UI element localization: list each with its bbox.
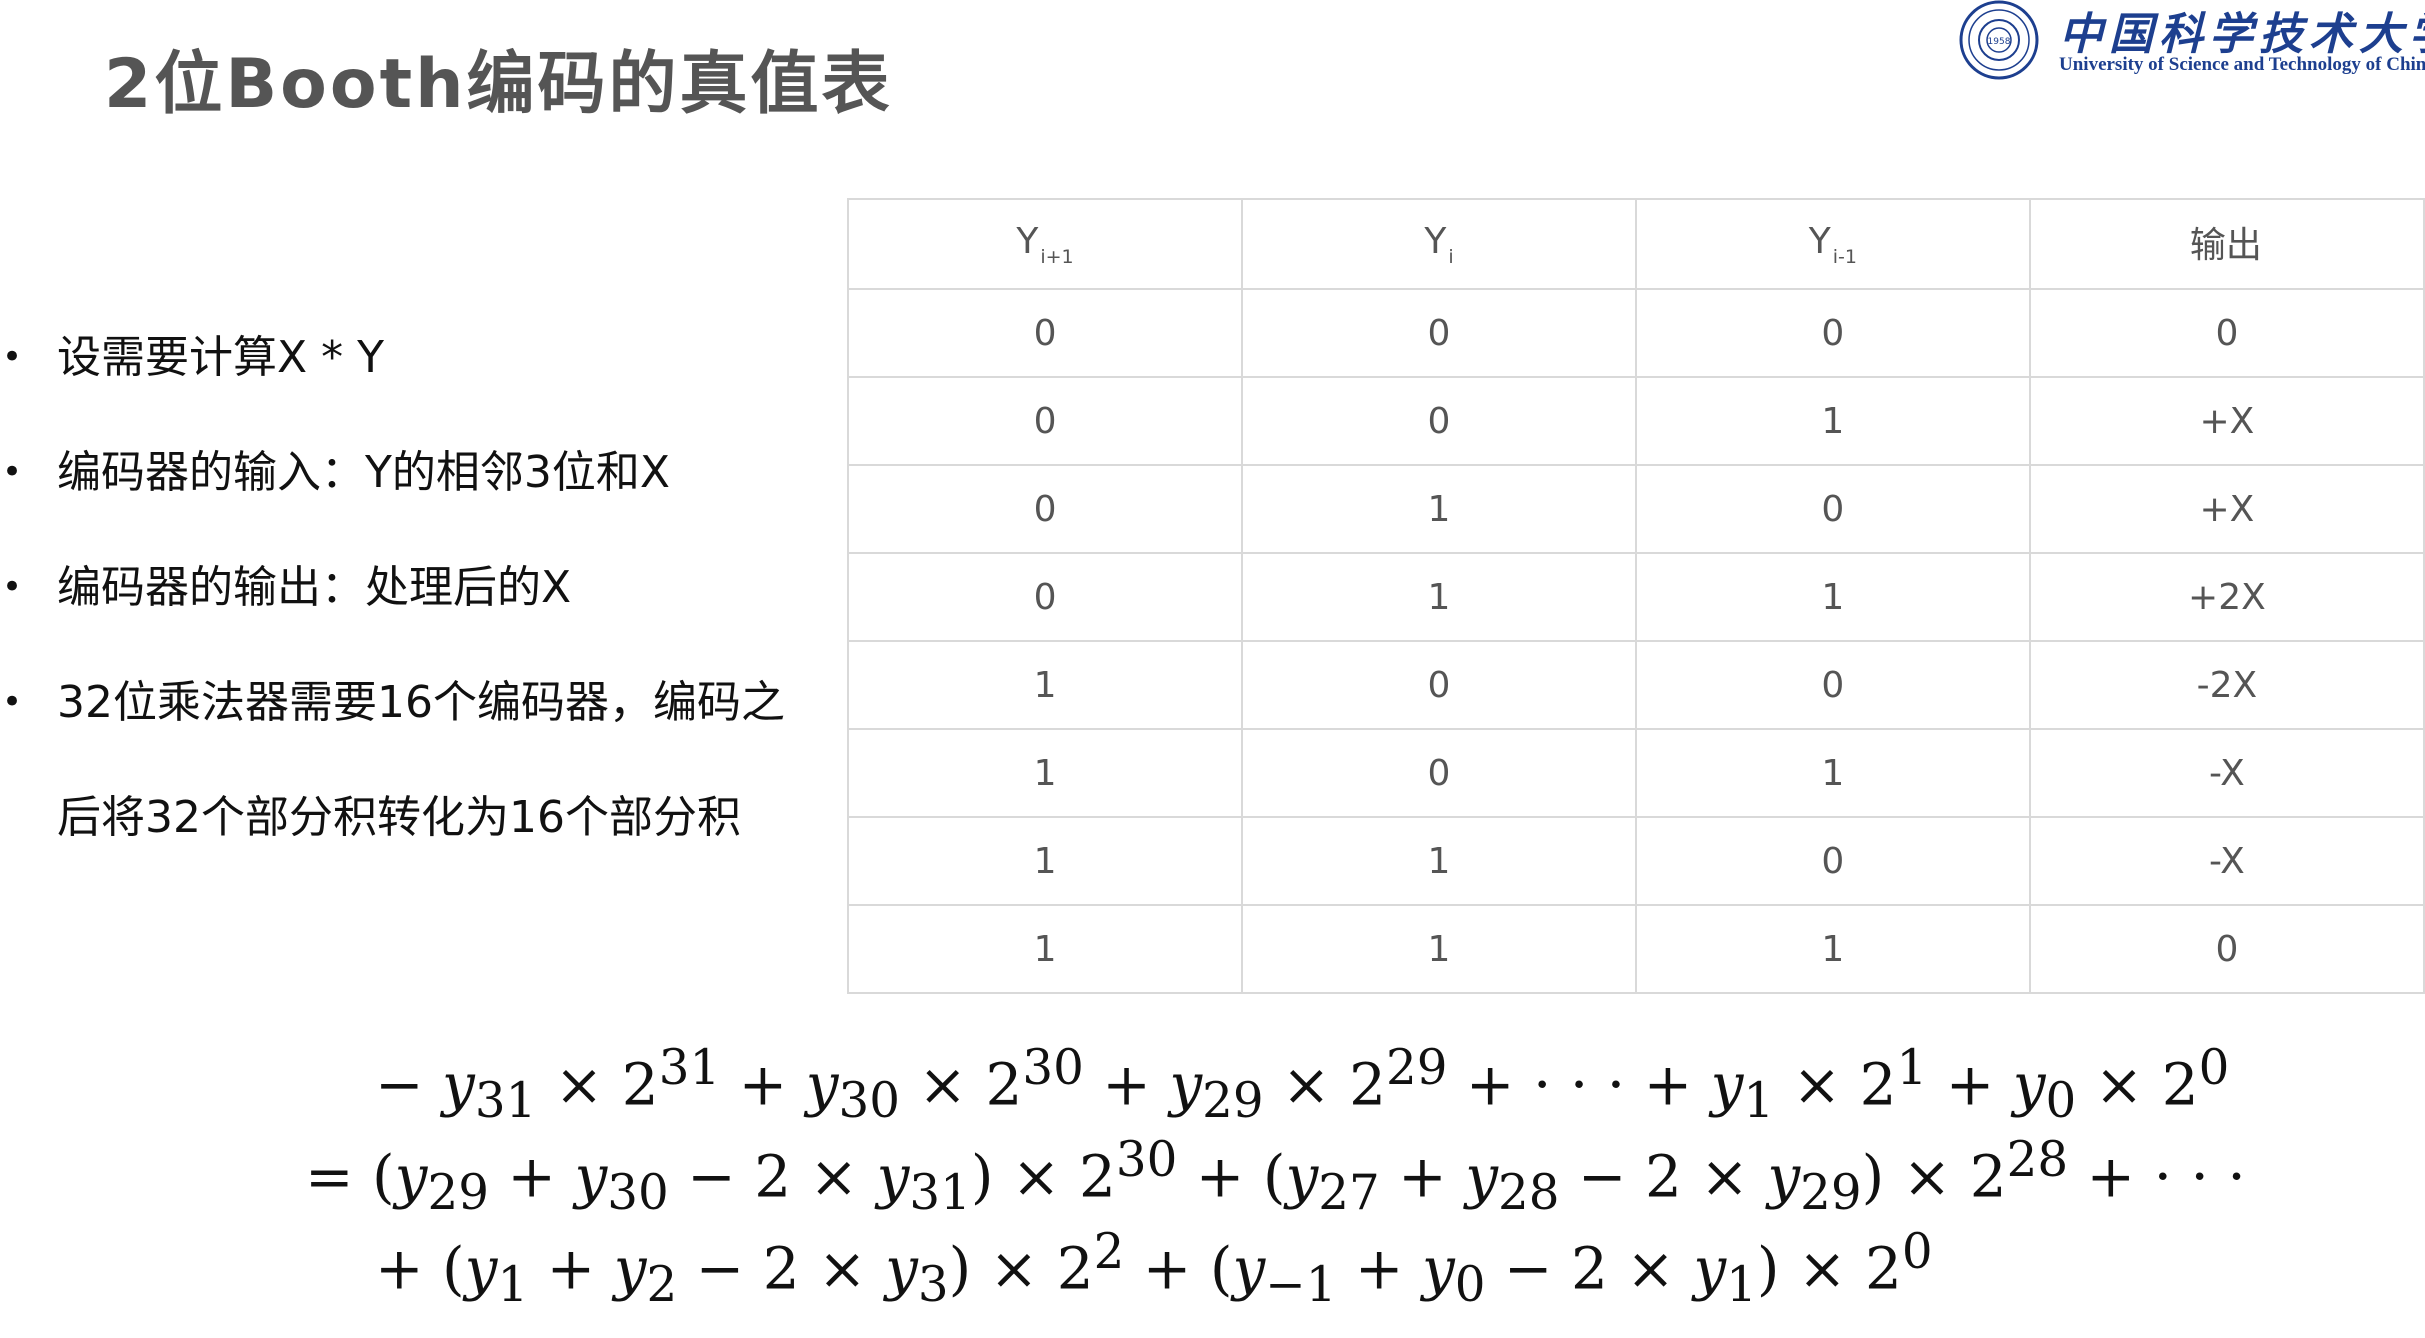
booth-truth-table: Yi+1 Yi Yi-1 输出 0 0 0 0 0 0 1 +X 0 1 0 +… <box>846 198 2425 994</box>
table-cell: +X <box>2028 376 2425 466</box>
header-yi-minus-1: Yi-1 <box>1634 198 2031 290</box>
bullet-text: 32位乘法器需要16个编码器，编码之 <box>57 677 785 728</box>
university-seal-icon: 1958 <box>1959 0 2039 80</box>
table-cell: 1 <box>1634 552 2031 642</box>
table-row: 1 0 0 -2X <box>846 640 2425 730</box>
header-output: 输出 <box>2028 198 2425 290</box>
table-cell: 1 <box>846 728 1244 818</box>
slide-title: 2位Booth编码的真值表 <box>104 45 893 124</box>
bullet-list: • 设需要计算X * Y • 编码器的输入：Y的相邻3位和X • 编码器的输出：处理后… <box>0 300 830 875</box>
bullet-text: 编码器的输出：处理后的X <box>57 562 572 613</box>
bullet-text: 后将32个部分积转化为16个部分积 <box>57 792 741 843</box>
table-cell: 1 <box>1241 816 1637 906</box>
table-cell: -X <box>2028 728 2425 818</box>
university-name-en: University of Science and Technology of … <box>2059 54 2425 75</box>
table-header-row: Yi+1 Yi Yi-1 输出 <box>846 198 2425 290</box>
table-cell: 0 <box>846 552 1244 642</box>
table-row: 1 0 1 -X <box>846 728 2425 818</box>
formula-line-2: = (y29 + y30 − 2 × y31) × 230 + (y27 + y… <box>305 1132 2246 1221</box>
university-name-cn: 中国科学技术大学 <box>2059 9 2425 60</box>
formula-line-3: + (y1 + y2 − 2 × y3) × 22 + (y−1 + y0 − … <box>375 1224 1933 1313</box>
formula-line-1: − y31 × 231 + y30 × 230 + y29 × 229 + · … <box>375 1040 2230 1129</box>
bullet-dot: • <box>2 452 23 492</box>
table-row: 0 1 1 +2X <box>846 552 2425 642</box>
table-cell: 0 <box>1634 640 2031 730</box>
table-cell: 1 <box>846 904 1244 994</box>
table-cell: 1 <box>1634 728 2031 818</box>
table-cell: 0 <box>1241 376 1637 466</box>
header-yi-plus-1: Yi+1 <box>846 198 1244 290</box>
table-cell: 1 <box>846 816 1244 906</box>
bullet-text: 设需要计算X * Y <box>57 332 384 383</box>
table-cell: -X <box>2028 816 2425 906</box>
bullet-dot: • <box>2 682 23 722</box>
table-cell: 0 <box>1241 640 1637 730</box>
table-row: 0 1 0 +X <box>846 464 2425 554</box>
bullet-item: • 设需要计算X * Y <box>0 300 830 415</box>
bullet-item: • 32位乘法器需要16个编码器，编码之 <box>0 645 830 760</box>
table-cell: 0 <box>1634 288 2031 378</box>
table-cell: 1 <box>1634 904 2031 994</box>
table-cell: 0 <box>846 464 1244 554</box>
table-cell: 0 <box>2028 288 2425 378</box>
bullet-text: 编码器的输入：Y的相邻3位和X <box>57 447 671 498</box>
bullet-item-continuation: 后将32个部分积转化为16个部分积 <box>0 760 830 875</box>
bullet-dot: • <box>2 567 23 607</box>
table-cell: 0 <box>846 288 1244 378</box>
table-cell: 1 <box>846 640 1244 730</box>
table-cell: +2X <box>2028 552 2425 642</box>
table-row: 1 1 1 0 <box>846 904 2425 994</box>
table-cell: 0 <box>1634 816 2031 906</box>
header-yi: Yi <box>1241 198 1637 290</box>
table-row: 1 1 0 -X <box>846 816 2425 906</box>
university-logo: 1958 中国科学技术大学 University of Science and … <box>1955 0 2425 84</box>
booth-formula: − y31 × 231 + y30 × 230 + y29 × 229 + · … <box>305 1040 2246 1316</box>
table-cell: 1 <box>1241 552 1637 642</box>
table-row: 0 0 1 +X <box>846 376 2425 466</box>
table-cell: +X <box>2028 464 2425 554</box>
table-cell: 1 <box>1634 376 2031 466</box>
bullet-item: • 编码器的输出：处理后的X <box>0 530 830 645</box>
table-cell: 0 <box>846 376 1244 466</box>
table-row: 0 0 0 0 <box>846 288 2425 378</box>
table-cell: 0 <box>2028 904 2425 994</box>
table-cell: 0 <box>1634 464 2031 554</box>
bullet-item: • 编码器的输入：Y的相邻3位和X <box>0 415 830 530</box>
table-cell: -2X <box>2028 640 2425 730</box>
table-cell: 1 <box>1241 464 1637 554</box>
table-cell: 1 <box>1241 904 1637 994</box>
table-cell: 0 <box>1241 728 1637 818</box>
table-cell: 0 <box>1241 288 1637 378</box>
seal-year: 1958 <box>1988 37 2011 47</box>
bullet-dot: • <box>2 337 23 377</box>
